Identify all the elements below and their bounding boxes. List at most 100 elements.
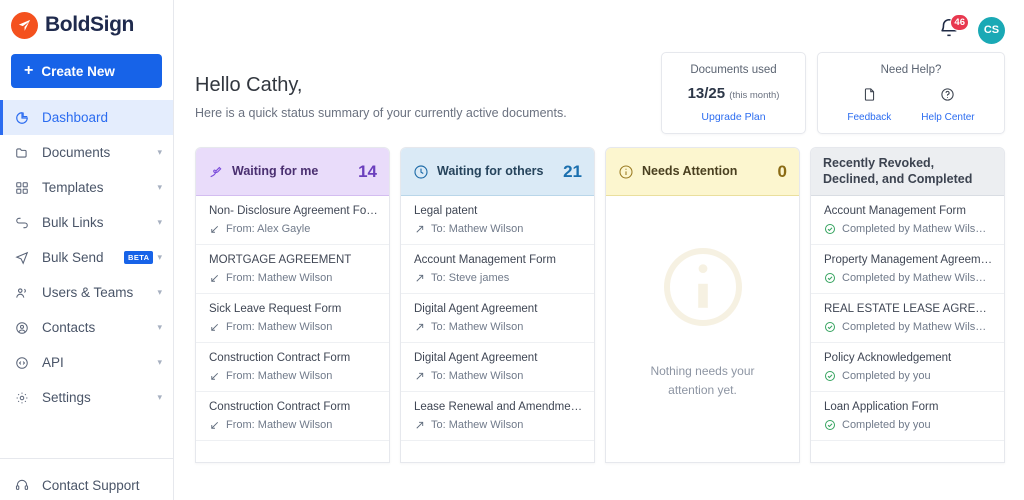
column-count: 0 bbox=[777, 161, 787, 181]
sidebar-item-settings[interactable]: Settings ▾ bbox=[0, 380, 173, 415]
question-circle-icon bbox=[940, 87, 955, 107]
document-meta-text: Completed by Mathew Wils… bbox=[842, 223, 987, 235]
documents-used-title: Documents used bbox=[690, 64, 777, 76]
column-count: 21 bbox=[563, 161, 582, 181]
empty-state-text: Nothing needs your attention yet. bbox=[650, 363, 755, 397]
document-meta: From: Alex Gayle bbox=[209, 223, 378, 235]
sidebar-nav: Dashboard Documents ▾ Templates ▾ Bulk L… bbox=[0, 100, 173, 415]
document-meta-text: Completed by you bbox=[842, 370, 931, 382]
document-meta-text: Completed by you bbox=[842, 419, 931, 431]
list-item[interactable]: Digital Agent Agreement To: Mathew Wilso… bbox=[401, 294, 594, 343]
sidebar-item-api[interactable]: API ▾ bbox=[0, 345, 173, 380]
sidebar-item-contacts[interactable]: Contacts ▾ bbox=[0, 310, 173, 345]
list-item[interactable]: Account Management Form To: Steve james bbox=[401, 245, 594, 294]
chevron-down-icon: ▾ bbox=[157, 357, 162, 367]
document-meta: Completed by Mathew Wils… bbox=[824, 223, 993, 235]
document-meta-text: From: Mathew Wilson bbox=[226, 419, 333, 431]
list-item[interactable]: Non- Disclosure Agreement Form From: Ale… bbox=[196, 196, 389, 245]
arrow-in-icon bbox=[209, 371, 220, 382]
column-header[interactable]: Recently Revoked, Declined, and Complete… bbox=[811, 148, 1004, 196]
arrow-in-icon bbox=[209, 224, 220, 235]
list-item[interactable]: REAL ESTATE LEASE AGREEME… Completed by … bbox=[811, 294, 1004, 343]
avatar[interactable]: CS bbox=[978, 16, 1005, 44]
document-meta: From: Mathew Wilson bbox=[209, 419, 378, 431]
document-meta: To: Mathew Wilson bbox=[414, 321, 583, 333]
document-title: MORTGAGE AGREEMENT bbox=[209, 254, 352, 266]
need-help-actions: Feedback Help Center bbox=[847, 87, 975, 123]
list-item[interactable]: Lease Renewal and Amendmen… To: Mathew W… bbox=[401, 392, 594, 441]
document-meta-text: Completed by Mathew Wils… bbox=[842, 272, 987, 284]
page-subtitle: Here is a quick status summary of your c… bbox=[195, 106, 567, 120]
check-circle-icon bbox=[824, 419, 836, 431]
upgrade-plan-link[interactable]: Upgrade Plan bbox=[701, 111, 765, 123]
list-item[interactable]: Policy Acknowledgement Completed by you bbox=[811, 343, 1004, 392]
sidebar-item-users-teams[interactable]: Users & Teams ▾ bbox=[0, 275, 173, 310]
sidebar-item-templates[interactable]: Templates ▾ bbox=[0, 170, 173, 205]
info-circle-icon bbox=[618, 164, 634, 180]
sidebar-item-dashboard[interactable]: Dashboard bbox=[0, 100, 173, 135]
help-center-action[interactable]: Help Center bbox=[921, 87, 975, 123]
documents-used-card: Documents used 13/25 (this month) Upgrad… bbox=[661, 52, 806, 134]
document-meta: Completed by Mathew Wils… bbox=[824, 321, 993, 333]
boldsign-logo-icon bbox=[11, 11, 38, 39]
sidebar-item-bulk-links[interactable]: Bulk Links ▾ bbox=[0, 205, 173, 240]
column-header[interactable]: Waiting for me 14 bbox=[196, 148, 389, 196]
sidebar-item-contact-support[interactable]: Contact Support bbox=[0, 470, 173, 500]
list-item[interactable]: Digital Agent Agreement To: Mathew Wilso… bbox=[401, 343, 594, 392]
column-body: Non- Disclosure Agreement Form From: Ale… bbox=[196, 196, 389, 462]
document-title: Policy Acknowledgement bbox=[824, 352, 952, 364]
document-meta-text: To: Mathew Wilson bbox=[431, 223, 524, 235]
list-item[interactable]: Loan Application Form Completed by you bbox=[811, 392, 1004, 441]
check-circle-icon bbox=[824, 321, 836, 333]
users-icon bbox=[15, 286, 33, 300]
grid-icon bbox=[15, 181, 33, 195]
feedback-action[interactable]: Feedback bbox=[847, 87, 891, 123]
list-item[interactable]: Construction Contract Form From: Mathew … bbox=[196, 343, 389, 392]
document-title: Construction Contract Form bbox=[209, 352, 351, 364]
sidebar-item-label: Documents bbox=[42, 145, 111, 160]
check-circle-icon bbox=[824, 223, 836, 235]
notifications-button[interactable]: 46 bbox=[938, 14, 969, 43]
sidebar-item-label: Dashboard bbox=[42, 110, 109, 125]
sidebar-item-label: API bbox=[42, 355, 64, 370]
document-title: Construction Contract Form bbox=[209, 401, 351, 413]
signature-pen-icon bbox=[208, 164, 224, 180]
list-item[interactable]: Sick Leave Request Form From: Mathew Wil… bbox=[196, 294, 389, 343]
arrow-in-icon bbox=[209, 273, 220, 284]
list-item[interactable]: Construction Contract Form From: Mathew … bbox=[196, 392, 389, 441]
greeting-block: Hello Cathy, Here is a quick status summ… bbox=[195, 48, 661, 120]
document-meta: Completed by Mathew Wils… bbox=[824, 272, 993, 284]
column-waiting-for-me: Waiting for me 14 Non- Disclosure Agreem… bbox=[195, 147, 390, 463]
list-item[interactable]: Account Management Form Completed by Mat… bbox=[811, 196, 1004, 245]
need-help-card: Need Help? Feedback Help Center bbox=[817, 52, 1005, 134]
list-item[interactable]: Property Management Agreement Completed … bbox=[811, 245, 1004, 294]
document-meta: From: Mathew Wilson bbox=[209, 272, 378, 284]
document-title: Property Management Agreement bbox=[824, 254, 993, 266]
hero-cards: Documents used 13/25 (this month) Upgrad… bbox=[661, 48, 1005, 134]
document-meta-text: From: Alex Gayle bbox=[226, 223, 311, 235]
document-meta: To: Mathew Wilson bbox=[414, 419, 583, 431]
sidebar-item-documents[interactable]: Documents ▾ bbox=[0, 135, 173, 170]
column-header[interactable]: Needs Attention 0 bbox=[606, 148, 799, 196]
list-item[interactable]: Legal patent To: Mathew Wilson bbox=[401, 196, 594, 245]
main-content: 46 CS Hello Cathy, Here is a quick statu… bbox=[174, 0, 1024, 500]
beta-badge: BETA bbox=[124, 251, 154, 264]
status-columns: Waiting for me 14 Non- Disclosure Agreem… bbox=[174, 147, 1024, 463]
chevron-down-icon: ▾ bbox=[157, 252, 162, 262]
gear-icon bbox=[15, 391, 33, 405]
arrow-in-icon bbox=[209, 420, 220, 431]
need-help-title: Need Help? bbox=[880, 64, 942, 76]
chevron-down-icon: ▾ bbox=[157, 322, 162, 332]
link-icon bbox=[15, 216, 33, 230]
list-item[interactable]: MORTGAGE AGREEMENT From: Mathew Wilson bbox=[196, 245, 389, 294]
create-new-button[interactable]: + Create New bbox=[11, 54, 162, 88]
document-title: Loan Application Form bbox=[824, 401, 939, 413]
sidebar-item-label: Contacts bbox=[42, 320, 96, 335]
document-meta: Completed by you bbox=[824, 370, 993, 382]
column-header[interactable]: Waiting for others 21 bbox=[401, 148, 594, 196]
sidebar-item-bulk-send[interactable]: Bulk Send BETA ▾ bbox=[0, 240, 173, 275]
brand[interactable]: BoldSign bbox=[0, 0, 173, 48]
documents-used-value: 13/25 bbox=[687, 85, 726, 102]
arrow-out-icon bbox=[414, 371, 425, 382]
document-title: Account Management Form bbox=[824, 205, 966, 217]
